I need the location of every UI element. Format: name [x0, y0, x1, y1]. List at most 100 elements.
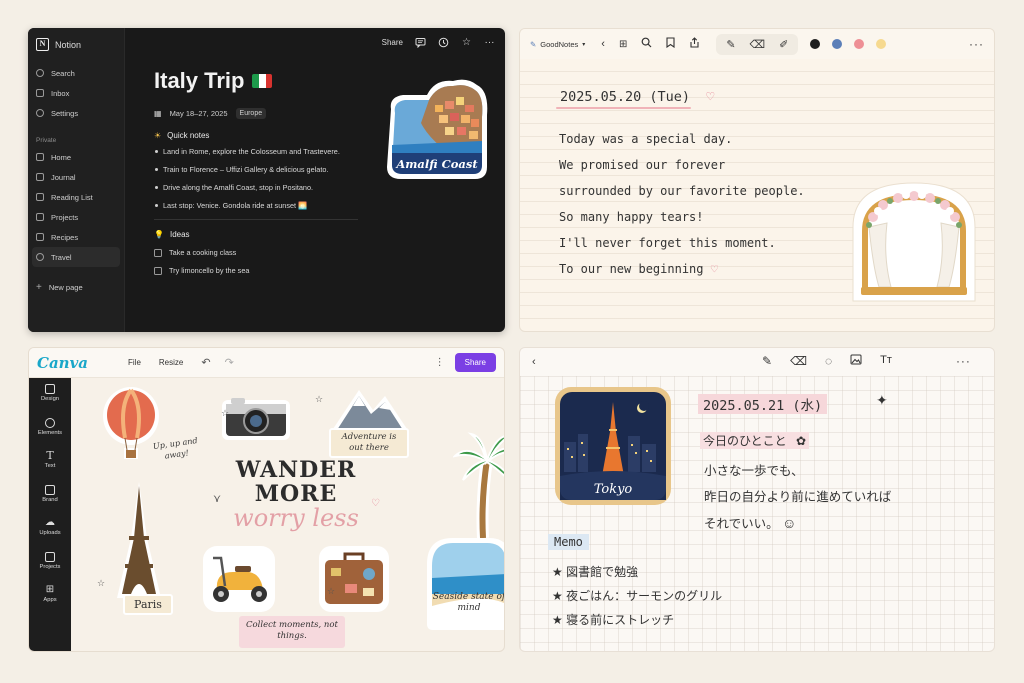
sidebar-item-projects[interactable]: Projects [28, 207, 124, 227]
memo-item: ★ 夜ごはん：サーモンのグリル [552, 589, 723, 603]
memo-list: ★ 図書館で勉強 ★ 夜ごはん：サーモンのグリル ★ 寝る前にストレッチ [552, 560, 722, 632]
list-item[interactable]: Last stop: Venice. Gondola ride at sunse… [154, 201, 394, 210]
seaside-sticker[interactable] [423, 534, 505, 632]
phrase-line: 昨日の自分より前に進めていれば [704, 490, 892, 504]
mountain-sticker[interactable] [329, 384, 411, 434]
grid-icon[interactable]: ⊞ [619, 39, 627, 50]
sidebar-item-reading-list[interactable]: Reading List [28, 187, 124, 207]
share-button[interactable]: Share [454, 353, 496, 372]
amalfi-coast-sticker[interactable]: Amalfi Coast [381, 75, 493, 183]
more-icon[interactable]: ··· [969, 37, 984, 51]
new-page-button[interactable]: + New page [28, 277, 124, 297]
notebook-switcher[interactable]: ✎ GoodNotes ▾ [530, 40, 585, 49]
bird-doodle-icon: ⋎ [213, 493, 222, 505]
seaside-caption[interactable]: Seaside state of mind [429, 592, 504, 614]
headline-worry-less: worry less [233, 504, 359, 532]
sidebar-item-search[interactable]: Search [28, 63, 124, 83]
journal-line-last: To our new beginning ♡ [559, 256, 805, 282]
hot-air-balloon-sticker[interactable] [101, 386, 161, 466]
color-swatch-yellow[interactable] [876, 39, 887, 49]
camera-sticker[interactable] [221, 394, 291, 442]
more-icon[interactable]: ··· [956, 354, 971, 368]
undo-icon[interactable]: ↶ [201, 356, 210, 369]
todo-item[interactable]: Try limoncello by the sea [154, 266, 394, 275]
sidebar-item-elements[interactable]: Elements [29, 417, 71, 452]
redo-icon[interactable]: ↷ [225, 356, 234, 369]
text-tool-icon[interactable]: Tт [880, 354, 892, 368]
sidebar-item-brand[interactable]: Brand [29, 484, 71, 519]
image-icon[interactable] [850, 354, 862, 368]
sun-icon: ☀ [154, 131, 162, 140]
share-icon[interactable] [689, 37, 700, 51]
page-title-text: Italy Trip [154, 68, 245, 93]
list-item[interactable]: Train to Florence – Uffizi Gallery & del… [154, 165, 394, 174]
scooter-sticker[interactable] [203, 546, 275, 612]
color-swatch-blue[interactable] [832, 39, 843, 49]
tokyo-sticker[interactable]: Tokyo [554, 386, 672, 506]
pen-icon[interactable]: ✎ [726, 38, 735, 51]
comment-icon[interactable] [415, 37, 426, 48]
star-icon[interactable]: ☆ [461, 37, 472, 48]
menu-file[interactable]: File [128, 358, 141, 367]
history-icon[interactable] [438, 37, 449, 48]
paris-caption[interactable]: Paris [123, 594, 173, 615]
lightbulb-icon: 💡 [154, 230, 164, 239]
sidebar-item-label: Journal [51, 172, 76, 182]
star-doodle-icon: ☆ [221, 408, 230, 418]
sidebar-item-apps[interactable]: ⊞ Apps [29, 585, 71, 619]
sidebar-item-home[interactable]: Home [28, 147, 124, 167]
date-underline [556, 107, 691, 109]
calendar-icon: ▦ [154, 109, 162, 118]
memo-item: ★ 寝る前にストレッチ [552, 613, 675, 627]
share-button[interactable]: Share [382, 38, 403, 47]
sidebar-item-settings[interactable]: Settings [28, 103, 124, 123]
heading-text: 今日のひとこと [703, 434, 787, 448]
tag-property[interactable]: Europe [235, 108, 267, 119]
sidebar-item-recipes[interactable]: Recipes [28, 227, 124, 247]
notion-workspace[interactable]: N Notion [28, 28, 124, 61]
journal-entry: Today was a special day. We promised our… [559, 126, 805, 282]
back-icon[interactable]: ‹ [532, 356, 536, 368]
checkbox[interactable] [154, 266, 162, 275]
sidebar-item-travel[interactable]: Travel [32, 247, 120, 267]
collect-moments-note[interactable]: Collect moments, not things. [239, 616, 345, 648]
inbox-icon [36, 89, 44, 97]
date-property[interactable]: May 18–27, 2025 [170, 109, 228, 118]
back-icon[interactable]: ‹ [601, 38, 605, 50]
lasso-icon[interactable]: ◌ [825, 354, 832, 368]
palm-tree-sticker[interactable] [453, 430, 505, 542]
notion-sidebar: N Notion Search Inbox Settings Private H… [28, 28, 125, 332]
new-page-label: New page [48, 282, 83, 292]
sidebar-item-journal[interactable]: Journal [28, 167, 124, 187]
list-item[interactable]: Land in Rome, explore the Colosseum and … [154, 147, 394, 156]
color-swatch-pink[interactable] [854, 39, 865, 49]
eraser-icon[interactable]: ⌫ [790, 354, 807, 368]
sidebar-item-design[interactable]: Design [29, 384, 71, 418]
sidebar-item-inbox[interactable]: Inbox [28, 83, 124, 103]
canva-logo[interactable]: Canva [37, 354, 88, 372]
todo-item[interactable]: Take a cooking class [154, 248, 394, 257]
list-item[interactable]: Drive along the Amalfi Coast, stop in Po… [154, 183, 394, 192]
adventure-caption[interactable]: Adventure is out there [329, 428, 409, 458]
smiley-icon: ☺ [782, 515, 797, 531]
eraser-icon[interactable]: ⌫ [750, 38, 766, 51]
checkbox[interactable] [154, 248, 162, 257]
pen-icon[interactable]: ✎ [762, 354, 772, 368]
more-icon[interactable]: ⋮ [435, 357, 445, 368]
canva-sidebar: Design Elements T Text Brand ☁ Uploads Pro… [29, 378, 71, 651]
highlighter-icon[interactable]: ✐ [779, 38, 788, 51]
sidebar-item-label: Recipes [51, 232, 79, 242]
suitcase-sticker[interactable] [319, 546, 389, 612]
design-canvas[interactable]: Up, up and away! Adventure is out there [71, 378, 504, 651]
headline-text-group[interactable]: WANDER MORE worry less [221, 458, 371, 532]
sidebar-item-projects[interactable]: Projects [29, 551, 71, 586]
sidebar-item-uploads[interactable]: ☁ Uploads [29, 518, 71, 552]
bookmark-icon[interactable] [666, 37, 675, 51]
search-icon[interactable] [641, 37, 652, 51]
sidebar-item-text[interactable]: T Text [29, 450, 71, 485]
eiffel-tower-sticker[interactable] [109, 478, 169, 606]
wedding-arch-sticker[interactable] [843, 177, 985, 305]
more-icon[interactable]: ··· [484, 37, 495, 48]
color-swatch-black[interactable] [810, 39, 821, 49]
menu-resize[interactable]: Resize [159, 358, 183, 367]
